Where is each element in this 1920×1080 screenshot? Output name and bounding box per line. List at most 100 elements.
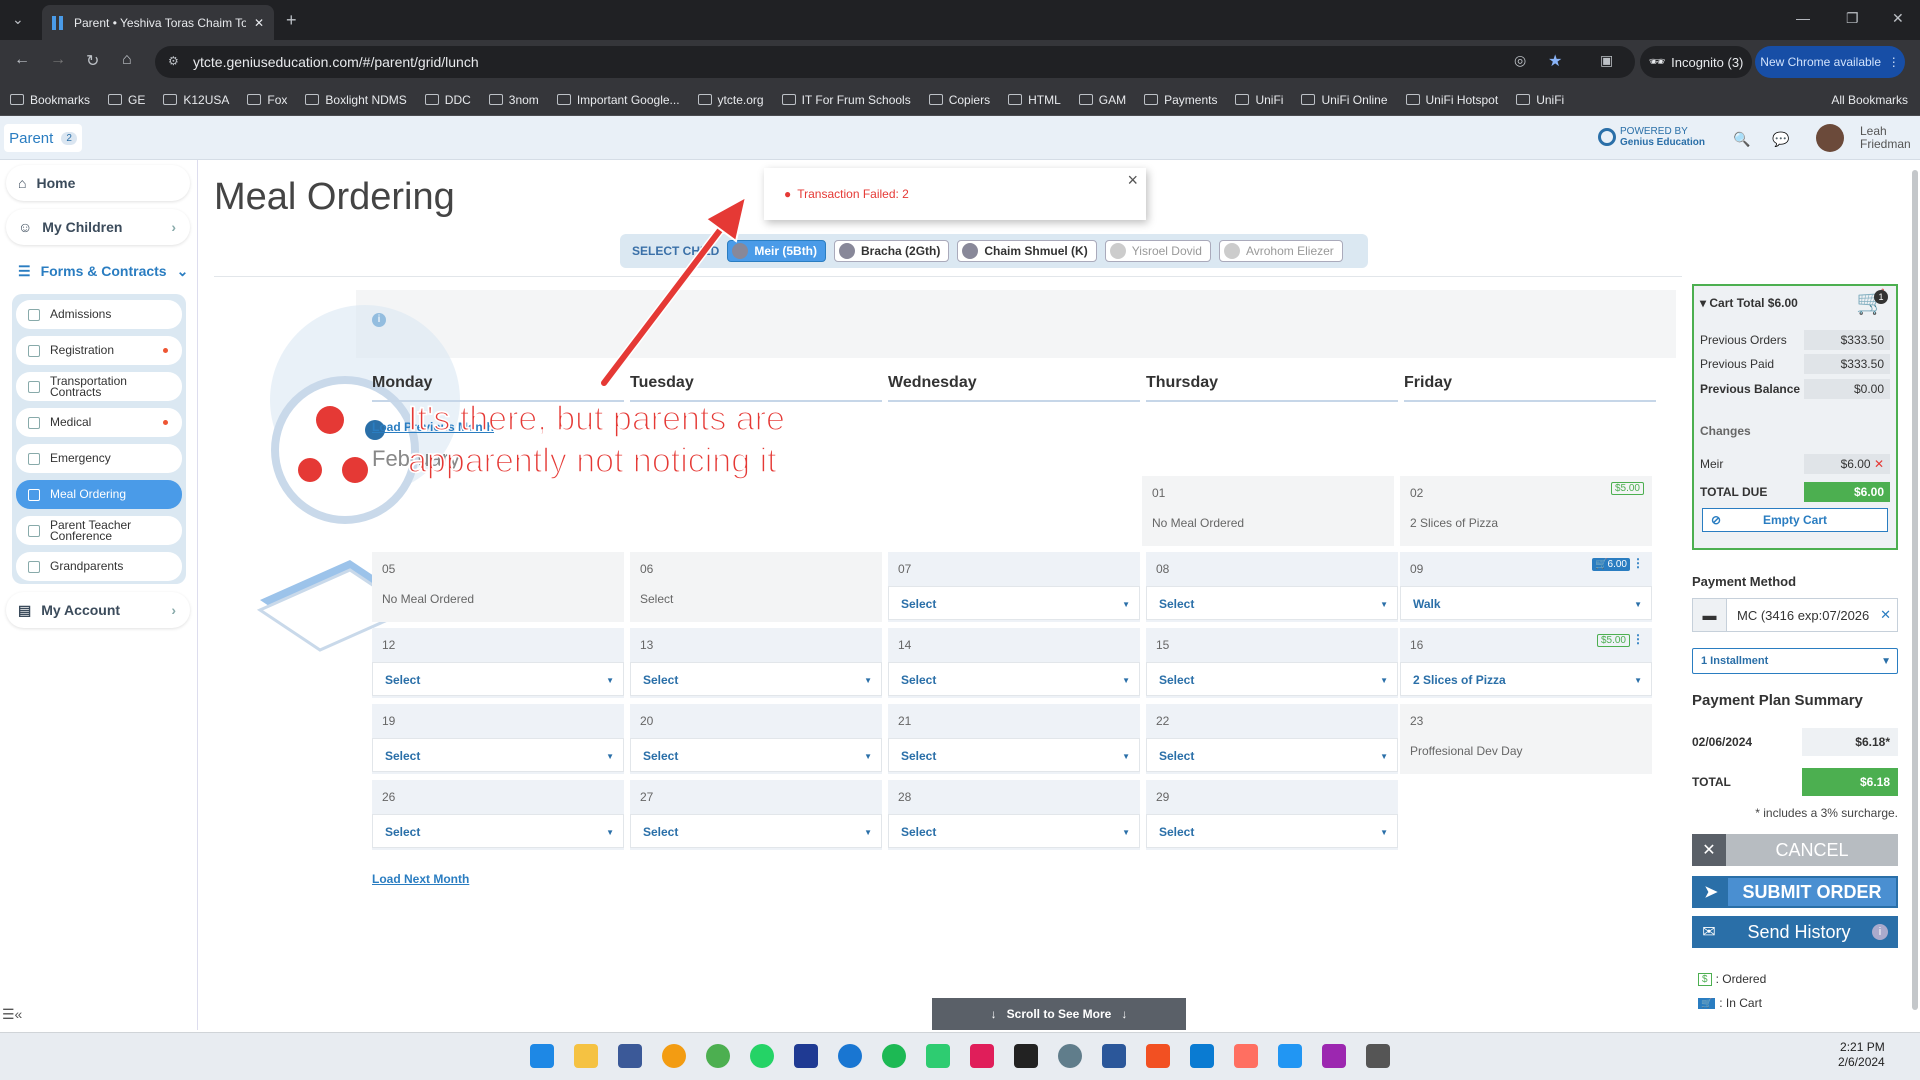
app-icon[interactable] [1190,1044,1214,1068]
cart-title[interactable]: ▾ Cart Total $6.00 [1700,296,1798,310]
meal-select[interactable]: Select [372,738,624,772]
app-icon[interactable] [1322,1044,1346,1068]
new-chrome-button[interactable]: New Chrome available ⋮ [1755,46,1905,78]
sidebar-sub-meal-ordering[interactable]: Meal Ordering [16,480,182,509]
load-next-month-link[interactable]: Load Next Month [372,872,469,886]
side-panel-icon[interactable]: ▣ [1600,52,1613,69]
sidebar-item-my-account[interactable]: ▤ My Account › [6,592,190,628]
remove-icon[interactable]: ✕ [1874,457,1884,471]
scroll-to-see-more-button[interactable]: ↓ Scroll to See More ↓ [932,998,1186,1030]
bookmark-item[interactable]: Fox [247,93,287,107]
meal-select[interactable]: Select [372,814,624,848]
sidebar-sub-ptc[interactable]: Parent Teacher Conference [16,516,182,545]
child-chip-yisroel[interactable]: Yisroel Dovid [1104,240,1211,262]
bookmark-item[interactable]: 3nom [488,93,539,107]
sidebar-sub-medical[interactable]: Medical [16,408,182,437]
close-tab-icon[interactable]: ✕ [254,16,264,30]
app-icon[interactable] [1366,1044,1390,1068]
address-bar[interactable]: ytcte.geniuseducation.com/#/parent/grid/… [155,46,1635,78]
avatar[interactable] [1816,124,1844,152]
meal-select[interactable]: Select [630,814,882,848]
meal-select[interactable]: Walk [1400,586,1652,620]
new-tab-icon[interactable]: + [286,10,297,31]
bookmark-item[interactable]: GE [108,93,145,107]
meal-select[interactable]: Select [1146,738,1398,772]
bookmark-item[interactable]: Boxlight NDMS [305,93,407,107]
eye-off-icon[interactable]: ◎ [1514,52,1526,69]
bookmark-item[interactable]: UniFi Hotspot [1405,93,1498,107]
meal-select[interactable]: Select [888,586,1140,620]
scrollbar[interactable] [1912,170,1918,1010]
meal-select[interactable]: Select [372,662,624,696]
forward-icon[interactable]: → [50,51,66,69]
sidebar-sub-grandparents[interactable]: Grandparents [16,552,182,581]
cancel-button[interactable]: ✕ CANCEL [1692,834,1898,866]
chat-icon[interactable]: 💬 [1772,131,1789,148]
clear-icon[interactable]: ✕ [1880,607,1897,623]
messenger-icon[interactable] [838,1044,862,1068]
bookmark-item[interactable]: Payments [1144,93,1217,107]
incognito-indicator[interactable]: 🕶 Incognito (3) [1640,46,1752,78]
file-explorer-icon[interactable] [574,1044,598,1068]
close-icon[interactable]: × [1127,170,1138,191]
remote-desktop-icon[interactable] [618,1044,642,1068]
bookmark-item[interactable]: Important Google... [556,93,680,107]
minimize-icon[interactable]: — [1796,10,1810,26]
bookmark-item[interactable]: IT For Frum Schools [781,93,911,107]
child-chip-bracha[interactable]: Bracha (2Gth) [834,240,950,262]
terminal-icon[interactable] [1014,1044,1038,1068]
sidebar-sub-transportation[interactable]: Transportation Contracts [16,372,182,401]
reload-icon[interactable]: ↻ [86,51,99,71]
site-info-icon[interactable]: ⚙ [168,54,179,68]
system-clock[interactable]: 2:21 PM 2/6/2024 [1838,1040,1885,1070]
meal-select[interactable]: Select [1146,586,1398,620]
slack-icon[interactable] [970,1044,994,1068]
meal-select[interactable]: Select [630,738,882,772]
tab-search-icon[interactable]: ⌄ [12,11,24,28]
bookmark-item[interactable]: ytcte.org [697,93,764,107]
meal-select[interactable]: Select [1146,814,1398,848]
sidebar-item-my-children[interactable]: ☺ My Children › [6,209,190,245]
notepad-icon[interactable] [1278,1044,1302,1068]
bookmark-item[interactable]: Bookmarks [10,93,90,107]
spotify-icon[interactable] [882,1044,906,1068]
bookmark-item[interactable]: K12USA [163,93,229,107]
restore-icon[interactable]: ❐ [1846,10,1859,27]
sidebar-sub-admissions[interactable]: Admissions [16,300,182,329]
sidebar-sub-emergency[interactable]: Emergency [16,444,182,473]
snipping-tool-icon[interactable] [1234,1044,1258,1068]
meal-select[interactable]: Select [888,738,1140,772]
info-icon[interactable]: i [1872,924,1888,940]
meal-select[interactable]: Select [888,814,1140,848]
bookmark-item[interactable]: UniFi [1235,93,1283,107]
meal-select[interactable]: 2 Slices of Pizza [1400,662,1652,696]
empty-cart-button[interactable]: ⊘ Empty Cart [1702,508,1888,532]
window-close-icon[interactable]: ✕ [1892,10,1904,27]
browser-tab[interactable]: Parent • Yeshiva Toras Chaim To ✕ [42,5,274,40]
sidebar-sub-registration[interactable]: Registration [16,336,182,365]
kebab-menu-icon[interactable]: ⋮ [1632,556,1644,570]
parent-role-button[interactable]: Parent 2 [4,124,82,152]
chrome-icon[interactable] [706,1044,730,1068]
windows-start-icon[interactable] [530,1044,554,1068]
child-chip-chaim[interactable]: Chaim Shmuel (K) [957,240,1097,262]
bookmark-item[interactable]: DDC [424,93,471,107]
word-icon[interactable] [1102,1044,1126,1068]
bookmark-star-icon[interactable]: ★ [1548,51,1562,71]
app-icon[interactable] [1146,1044,1170,1068]
back-icon[interactable]: ← [14,51,30,69]
teamviewer-icon[interactable] [794,1044,818,1068]
whatsapp-icon[interactable] [750,1044,774,1068]
collapse-sidebar-icon[interactable]: ☰« [2,1006,22,1023]
kebab-menu-icon[interactable]: ⋮ [1632,632,1644,646]
home-icon[interactable]: ⌂ [122,51,132,69]
search-icon[interactable]: 🔍 [1733,131,1750,148]
bookmark-item[interactable]: Copiers [928,93,990,107]
app-icon[interactable] [662,1044,686,1068]
send-history-button[interactable]: ✉ Send History i [1692,916,1898,948]
all-bookmarks[interactable]: All Bookmarks [1831,93,1908,107]
sidebar-item-forms[interactable]: ☰ Forms & Contracts ⌄ [6,258,190,284]
meal-select[interactable]: Select [1146,662,1398,696]
submit-order-button[interactable]: ➤ SUBMIT ORDER [1692,876,1898,908]
payment-method-select[interactable]: ▬ MC (3416 exp:07/2026 ✕ [1692,598,1898,632]
